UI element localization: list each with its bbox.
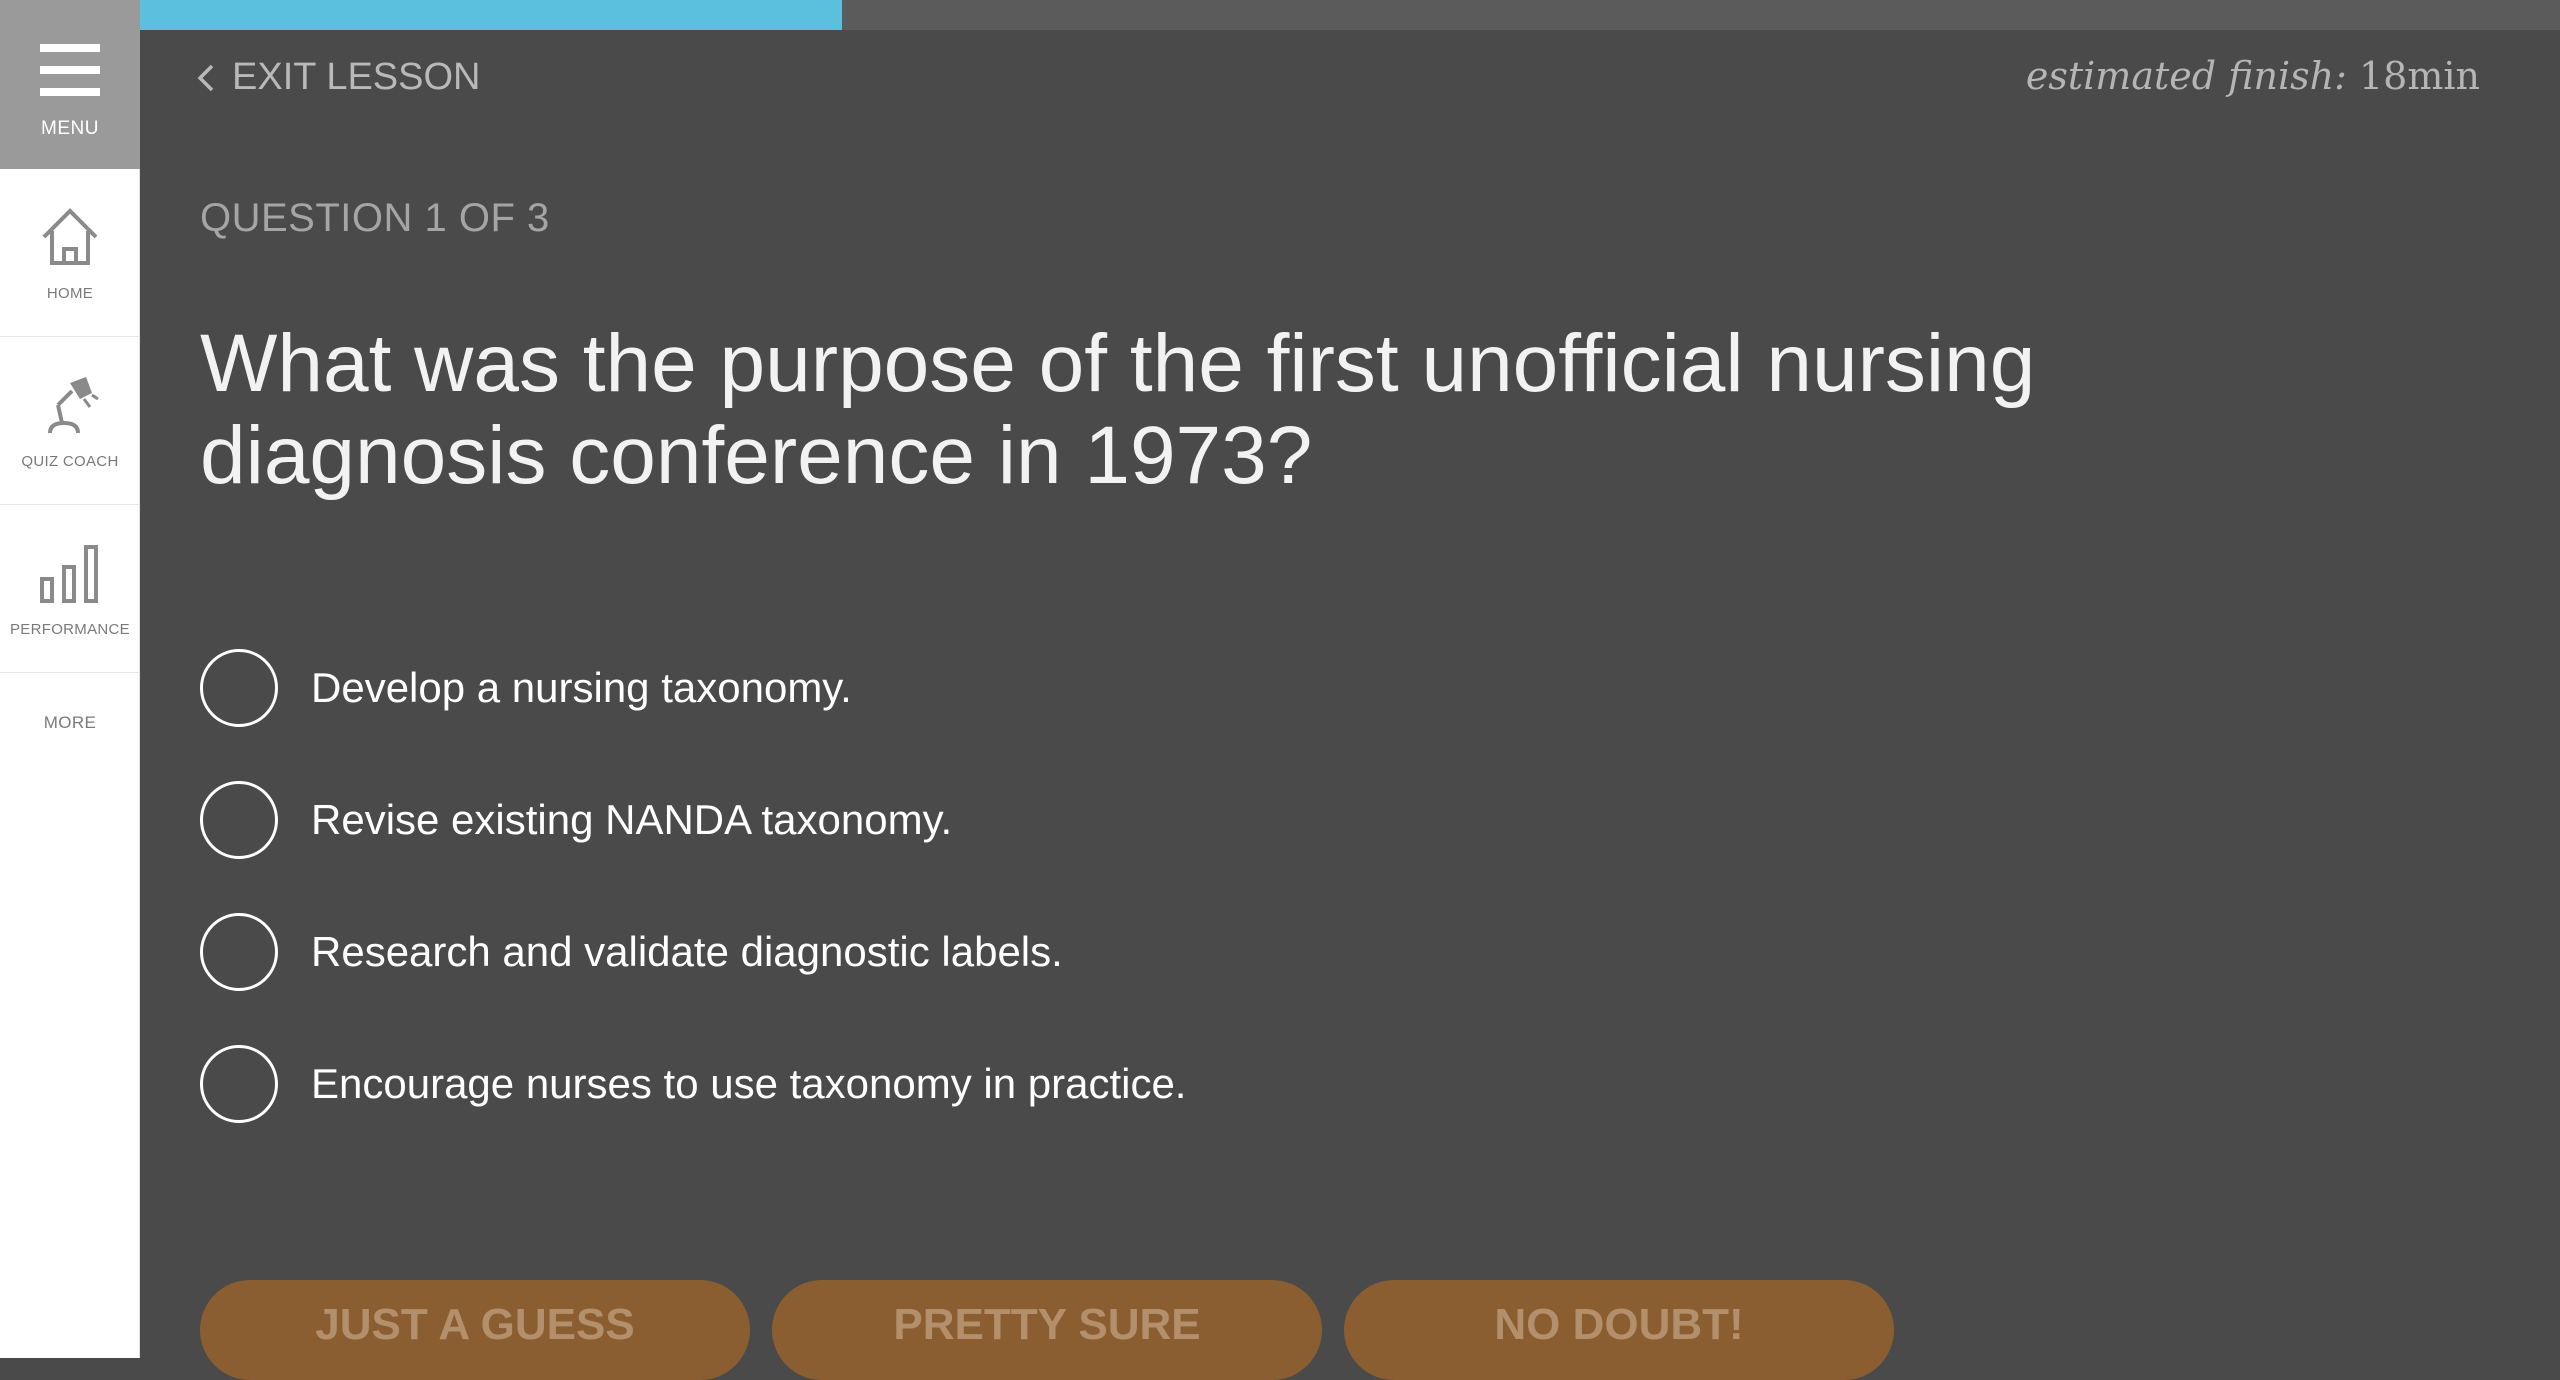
sidebar-item-label: PERFORMANCE (10, 621, 130, 638)
answer-text: Encourage nurses to use taxonomy in prac… (311, 1060, 1187, 1107)
menu-button[interactable]: MENU (0, 0, 140, 169)
answer-option[interactable]: Develop a nursing taxonomy. (200, 649, 2000, 727)
pretty-sure-button[interactable]: PRETTY SURE (772, 1280, 1322, 1380)
exit-lesson-label: EXIT LESSON (232, 56, 481, 98)
answer-option[interactable]: Research and validate diagnostic labels. (200, 913, 2000, 991)
chevron-left-icon (196, 58, 226, 98)
radio-button[interactable] (200, 913, 278, 991)
estimated-finish: estimated finish: 18min (2026, 54, 2480, 98)
question-counter: QUESTION 1 OF 3 (200, 196, 550, 240)
progress-fill (140, 0, 842, 30)
question-text: What was the purpose of the first unoffi… (200, 318, 2036, 501)
exit-lesson-button[interactable]: EXIT LESSON (196, 56, 481, 99)
sidebar-item-label: HOME (46, 285, 94, 302)
menu-label: MENU (41, 118, 99, 139)
radio-button[interactable] (200, 781, 278, 859)
answer-list: Develop a nursing taxonomy. Revise exist… (200, 649, 2000, 1178)
sidebar: MENU HOME QUIZ COACH PERFORMANCE MORE (0, 0, 140, 1358)
estimated-finish-label: estimated finish: (2025, 54, 2347, 98)
answer-text: Research and validate diagnostic labels. (311, 928, 1063, 975)
answer-option[interactable]: Encourage nurses to use taxonomy in prac… (200, 1045, 2000, 1123)
desk-lamp-icon (38, 373, 102, 437)
home-icon (38, 205, 102, 269)
lesson-progress-bar (140, 0, 2560, 30)
just-a-guess-button[interactable]: JUST A GUESS (200, 1280, 750, 1380)
sidebar-item-label: QUIZ COACH (21, 453, 119, 470)
radio-button[interactable] (200, 1045, 278, 1123)
hamburger-icon (40, 44, 100, 96)
sidebar-more[interactable]: MORE (0, 673, 140, 773)
estimated-finish-value: 18min (2358, 54, 2480, 98)
radio-button[interactable] (200, 649, 278, 727)
answer-text: Develop a nursing taxonomy. (311, 664, 852, 711)
answer-text: Revise existing NANDA taxonomy. (311, 796, 953, 843)
confidence-buttons: JUST A GUESS PRETTY SURE NO DOUBT! (200, 1280, 1916, 1380)
sidebar-item-performance[interactable]: PERFORMANCE (0, 505, 140, 673)
sidebar-item-quiz-coach[interactable]: QUIZ COACH (0, 337, 140, 505)
bar-chart-icon (38, 541, 102, 605)
no-doubt-button[interactable]: NO DOUBT! (1344, 1280, 1894, 1380)
answer-option[interactable]: Revise existing NANDA taxonomy. (200, 781, 2000, 859)
sidebar-item-home[interactable]: HOME (0, 169, 140, 337)
